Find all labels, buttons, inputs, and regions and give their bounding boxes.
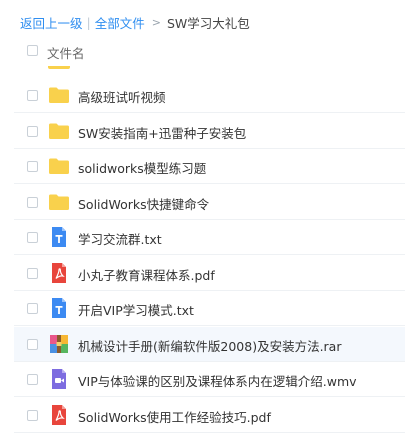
file-row[interactable]: 开启VIP学习模式.txt bbox=[14, 291, 405, 326]
file-list-header: 文件名 bbox=[0, 38, 405, 66]
filename-column-header[interactable]: 文件名 bbox=[47, 43, 85, 62]
select-all-checkbox[interactable] bbox=[27, 45, 38, 56]
row-checkbox[interactable] bbox=[27, 90, 38, 101]
rar-archive-icon bbox=[48, 333, 70, 355]
file-row[interactable]: SolidWorks快捷键命令 bbox=[14, 185, 405, 220]
row-checkbox[interactable] bbox=[27, 125, 38, 137]
file-name[interactable]: 机械设计手册(新编软件版2008)及安装方法.rar bbox=[78, 336, 341, 355]
folder-icon bbox=[48, 191, 70, 213]
txt-file-icon bbox=[48, 226, 70, 248]
pdf-file-icon bbox=[48, 262, 70, 284]
pdf-file-icon bbox=[48, 404, 70, 426]
file-name[interactable]: 高级班试听视频 bbox=[78, 87, 166, 106]
folder-icon bbox=[48, 84, 70, 106]
file-row[interactable]: 学习交流群.txt bbox=[14, 220, 405, 255]
row-checkbox[interactable] bbox=[27, 374, 38, 385]
file-name[interactable]: 开启VIP学习模式.txt bbox=[78, 300, 194, 319]
file-row[interactable]: SolidWorks使用工作经验技巧.pdf bbox=[14, 398, 405, 433]
row-checkbox[interactable] bbox=[27, 232, 38, 243]
file-name[interactable]: SolidWorks使用工作经验技巧.pdf bbox=[78, 407, 271, 426]
partial-folder-icon bbox=[48, 66, 70, 69]
row-checkbox[interactable] bbox=[27, 409, 38, 421]
file-row[interactable]: VIP与体验课的区别及课程体系内在逻辑介绍.wmv bbox=[14, 362, 405, 397]
file-name[interactable]: VIP与体验课的区别及课程体系内在逻辑介绍.wmv bbox=[78, 371, 357, 390]
folder-icon bbox=[48, 120, 70, 142]
file-row[interactable]: 小丸子教育课程体系.pdf bbox=[14, 256, 405, 291]
all-files-link[interactable]: 全部文件 bbox=[95, 13, 145, 32]
back-link[interactable]: 返回上一级 bbox=[20, 13, 83, 32]
file-row[interactable]: 高级班试听视频 bbox=[14, 78, 405, 113]
file-name[interactable]: 小丸子教育课程体系.pdf bbox=[78, 265, 215, 284]
video-file-icon bbox=[48, 368, 70, 390]
row-checkbox[interactable] bbox=[27, 303, 38, 314]
current-folder-title: SW学习大礼包 bbox=[166, 15, 250, 31]
breadcrumb: 返回上一级 | 全部文件 > SW学习大礼包 bbox=[20, 13, 250, 31]
file-name[interactable]: SolidWorks快捷键命令 bbox=[78, 194, 209, 213]
file-row[interactable]: SW安装指南+迅雷种子安装包 bbox=[14, 114, 405, 149]
folder-icon bbox=[48, 155, 70, 177]
row-checkbox[interactable] bbox=[27, 196, 38, 208]
file-row[interactable]: 机械设计手册(新编软件版2008)及安装方法.rar bbox=[14, 326, 405, 362]
breadcrumb-arrow: > bbox=[151, 15, 161, 29]
row-checkbox[interactable] bbox=[27, 267, 38, 279]
file-name[interactable]: SW安装指南+迅雷种子安装包 bbox=[78, 123, 246, 142]
row-checkbox[interactable] bbox=[27, 161, 38, 172]
breadcrumb-separator: | bbox=[86, 14, 91, 30]
row-checkbox[interactable] bbox=[27, 338, 38, 350]
file-name[interactable]: solidworks模型练习题 bbox=[78, 158, 206, 177]
txt-file-icon bbox=[48, 297, 70, 319]
file-row[interactable]: solidworks模型练习题 bbox=[14, 149, 405, 184]
file-name[interactable]: 学习交流群.txt bbox=[78, 229, 162, 248]
